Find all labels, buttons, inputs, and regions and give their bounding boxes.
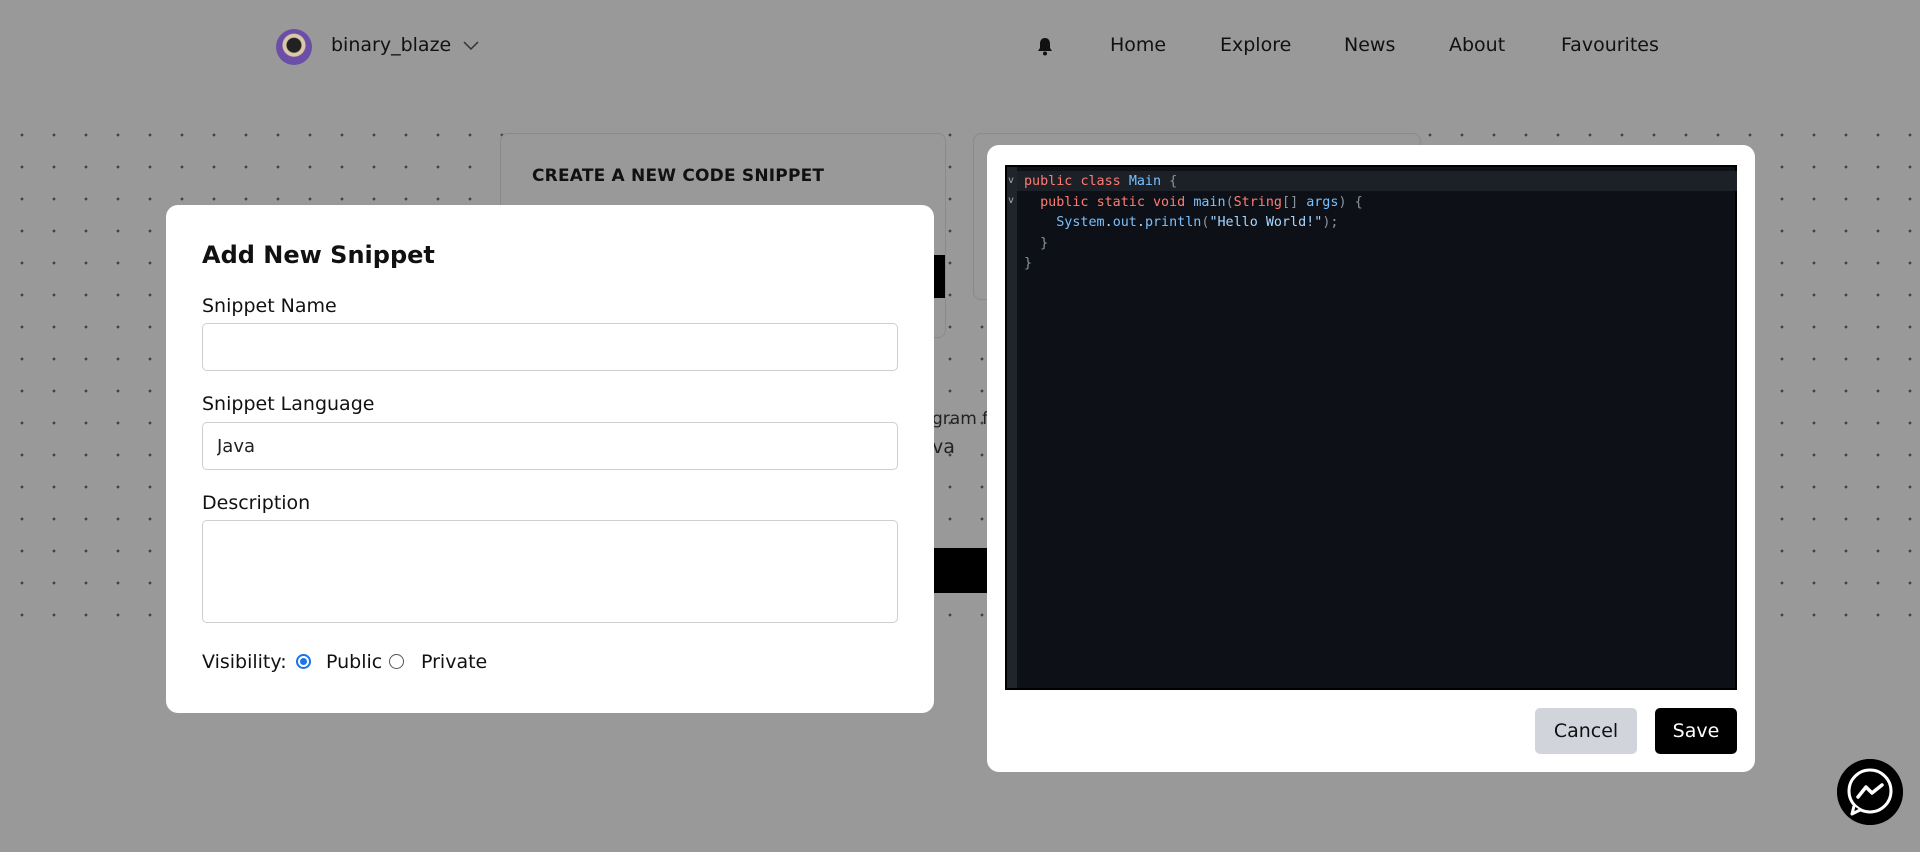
description-label: Description [202,492,311,514]
snippet-name-label: Snippet Name [202,295,337,317]
nav-favourites-link[interactable]: Favourites [1561,34,1659,56]
add-snippet-dialog: Add New Snippet Snippet Name Snippet Lan… [166,205,934,713]
editor-gutter [1007,167,1017,688]
snippet-name-input[interactable] [202,323,898,371]
snippet-language-label: Snippet Language [202,393,375,415]
create-snippet-card-title: CREATE A NEW CODE SNIPPET [532,166,825,186]
code-editor[interactable]: v v public class Main { public static vo… [1005,165,1737,690]
avatar-icon[interactable] [276,29,312,65]
code-line: } [1040,235,1049,251]
snippet-language-input[interactable] [202,422,898,470]
code-line: public class Main { [1024,174,1178,189]
visibility-public-radio[interactable] [296,654,311,669]
fold-marker-icon[interactable]: v [1008,195,1014,206]
visibility-private-radio[interactable] [389,654,404,669]
code-line: public static void main(String[] args) { [1040,194,1363,210]
fold-marker-icon[interactable]: v [1008,175,1014,186]
nav-about-link[interactable]: About [1449,34,1505,56]
nav-explore-link[interactable]: Explore [1220,34,1291,56]
code-editor-dialog: v v public class Main { public static vo… [987,145,1755,772]
save-button[interactable]: Save [1655,708,1737,754]
visibility-label: Visibility: [202,651,287,673]
code-content[interactable]: public class Main { public static void m… [1024,172,1363,275]
code-line: System.out.println("Hello World!"); [1056,215,1339,230]
cancel-button[interactable]: Cancel [1535,708,1637,754]
chevron-down-icon[interactable] [462,36,480,54]
description-input[interactable] [202,520,898,623]
nav-home-link[interactable]: Home [1110,34,1166,56]
nav-news-link[interactable]: News [1344,34,1395,56]
dialog-title: Add New Snippet [202,241,435,269]
username-label[interactable]: binary_blaze [331,34,451,56]
messenger-icon[interactable] [1837,759,1903,825]
bell-icon[interactable] [1036,36,1054,56]
visibility-public-label[interactable]: Public [326,651,382,673]
top-navigation: binary_blaze Home Explore News About Fav… [0,0,1920,92]
background-text-fragment: va [932,436,955,458]
visibility-private-label[interactable]: Private [421,651,487,673]
background-text-fragment: gram f [932,409,989,429]
code-line: } [1024,256,1033,271]
